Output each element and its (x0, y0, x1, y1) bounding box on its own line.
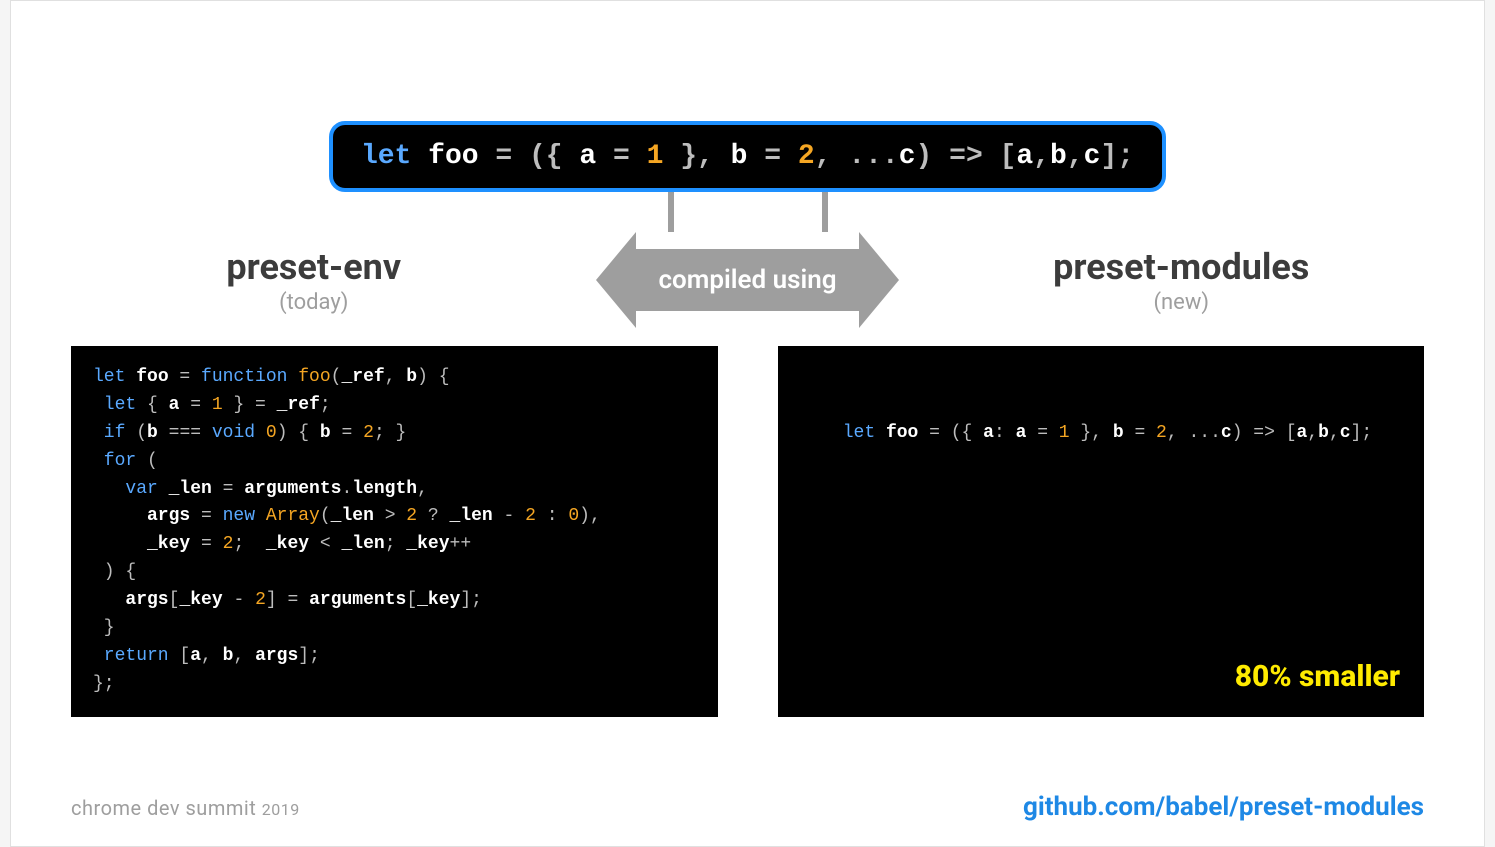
right-title: preset-modules (939, 246, 1424, 288)
arrow-label: compiled using (636, 249, 858, 311)
left-title: preset-env (71, 246, 556, 288)
heading-row: preset-env (today) compiled using preset… (71, 232, 1424, 328)
size-badge: 80% smaller (1235, 654, 1400, 701)
preset-env-output: let foo = function foo(_ref, b) { let { … (71, 346, 718, 717)
repo-link[interactable]: github.com/babel/preset-modules (1023, 792, 1424, 822)
left-heading: preset-env (today) (71, 246, 556, 315)
compiled-using-arrow: compiled using (596, 232, 898, 328)
left-subtitle: (today) (71, 290, 556, 315)
event-name: chrome dev summit (71, 796, 256, 820)
source-code-box: let foo = ({ a = 1 }, b = 2, ...c) => [a… (329, 121, 1166, 192)
code-panels: let foo = function foo(_ref, b) { let { … (71, 346, 1424, 717)
footer: chrome dev summit 2019 github.com/babel/… (71, 792, 1424, 822)
event-year: 2019 (262, 800, 300, 819)
preset-modules-output: let foo = ({ a: a = 1 }, b = 2, ...c) =>… (778, 346, 1425, 717)
slide: let foo = ({ a = 1 }, b = 2, ...c) => [a… (10, 0, 1485, 847)
arrow-right-icon (859, 232, 899, 328)
right-subtitle: (new) (939, 290, 1424, 315)
right-heading: preset-modules (new) (939, 246, 1424, 315)
event-label: chrome dev summit 2019 (71, 796, 300, 820)
arrow-left-icon (596, 232, 636, 328)
